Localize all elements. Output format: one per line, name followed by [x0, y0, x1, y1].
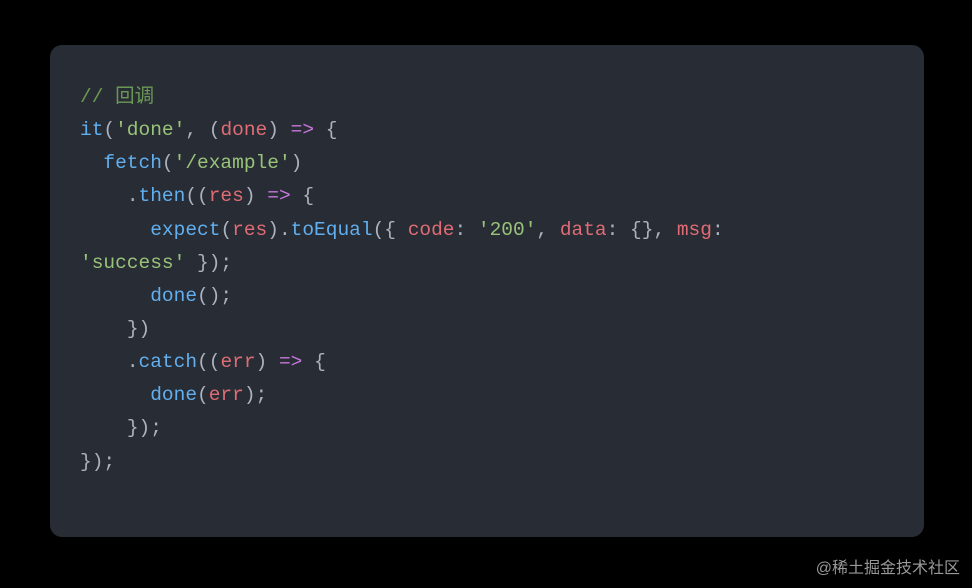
fn-it: it: [80, 119, 103, 141]
fn-then: then: [139, 185, 186, 207]
code-block: // 回调 it('done', (done) => { fetch('/exa…: [50, 45, 924, 537]
fn-expect: expect: [150, 219, 220, 241]
fn-done-err: done: [150, 384, 197, 406]
fn-toequal: toEqual: [291, 219, 373, 241]
watermark: @稀土掘金技术社区: [816, 554, 960, 578]
comment-line: // 回调: [80, 86, 154, 108]
code-content: // 回调 it('done', (done) => { fetch('/exa…: [80, 81, 894, 479]
fn-catch: catch: [139, 351, 198, 373]
fn-fetch: fetch: [103, 152, 162, 174]
fn-done: done: [150, 285, 197, 307]
